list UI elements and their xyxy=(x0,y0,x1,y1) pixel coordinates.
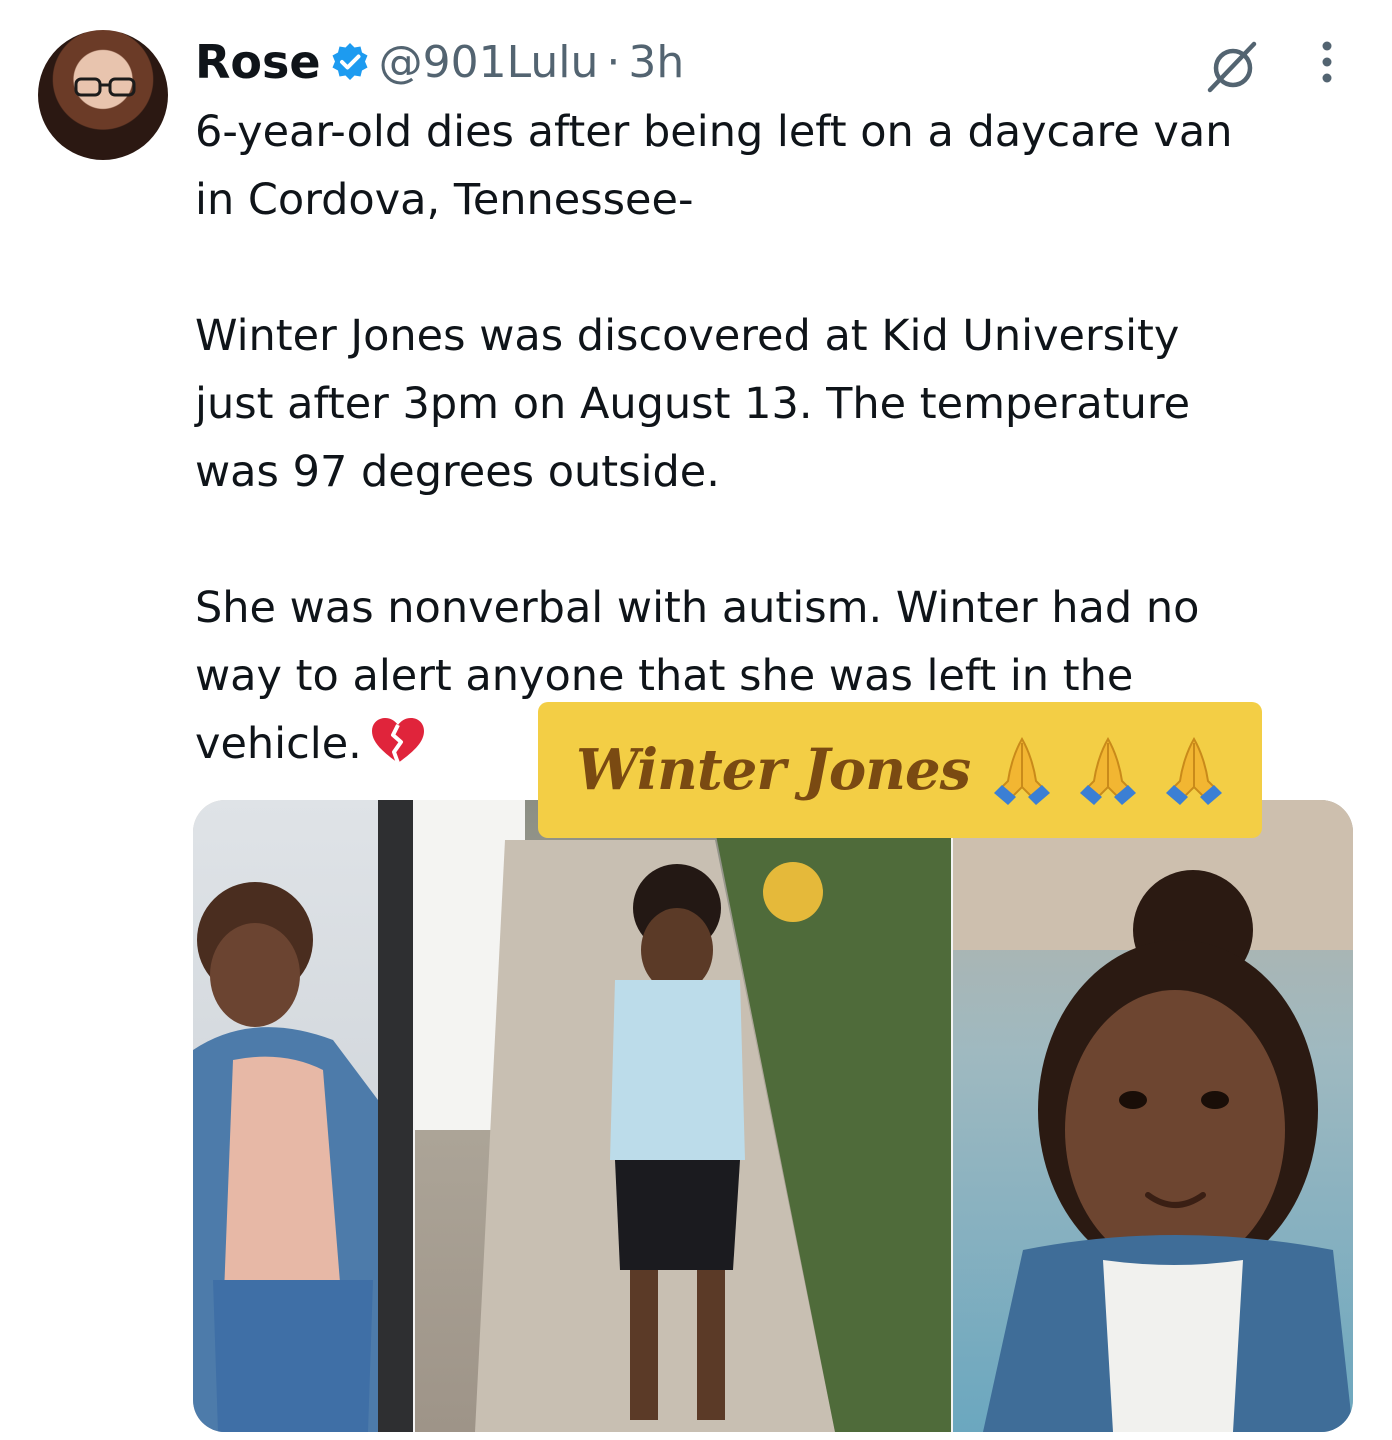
verified-badge-icon[interactable] xyxy=(329,41,371,83)
photo-panel-left xyxy=(193,800,413,1432)
author-name[interactable]: Rose xyxy=(195,35,321,89)
author-handle[interactable]: @901Lulu xyxy=(379,37,599,88)
photo-panel-middle xyxy=(415,800,951,1432)
post-text-line: way to alert anyone that she was left in… xyxy=(195,651,1134,701)
post-text-line: was 97 degrees outside. xyxy=(195,447,720,497)
post-media-image[interactable] xyxy=(193,800,1353,1432)
post-text-line: vehicle. xyxy=(195,719,362,769)
praying-hands-icon xyxy=(988,733,1056,807)
caption-text: Winter Jones xyxy=(576,737,971,803)
header-separator: · xyxy=(606,36,621,88)
avatar-glasses-icon xyxy=(74,77,136,97)
post-text-line: in Cordova, Tennessee- xyxy=(195,175,694,225)
post-text-line: 6-year-old dies after being left on a da… xyxy=(195,107,1233,157)
praying-hands-icon xyxy=(1074,733,1142,807)
post-text-line: Winter Jones was discovered at Kid Unive… xyxy=(195,311,1180,361)
broken-heart-icon xyxy=(370,716,426,766)
grok-icon[interactable] xyxy=(1204,38,1262,96)
post-text-line: just after 3pm on August 13. The tempera… xyxy=(195,379,1191,429)
post-header: Rose @901Lulu · 3h xyxy=(195,32,684,92)
praying-hands-icon xyxy=(1160,733,1228,807)
more-options-icon[interactable] xyxy=(1312,38,1342,88)
avatar[interactable] xyxy=(38,30,168,160)
post-text: 6-year-old dies after being left on a da… xyxy=(195,98,1355,778)
post-text-line: She was nonverbal with autism. Winter ha… xyxy=(195,583,1200,633)
post-timestamp[interactable]: 3h xyxy=(628,37,684,88)
caption-banner: Winter Jones xyxy=(538,702,1262,838)
photo-panel-right xyxy=(953,800,1353,1432)
